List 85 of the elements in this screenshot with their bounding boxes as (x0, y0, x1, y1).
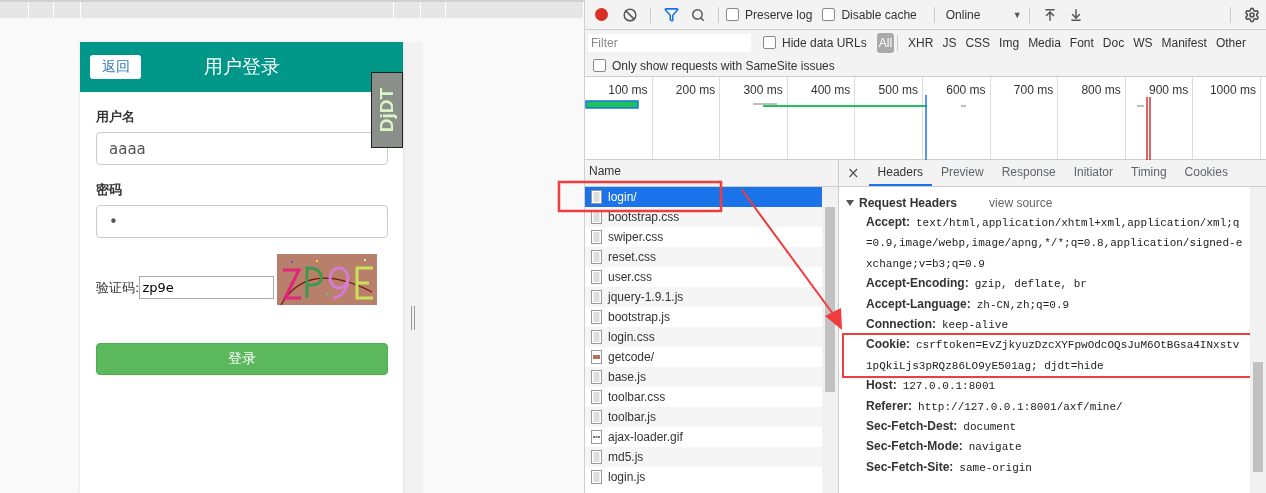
close-button[interactable]: × (839, 160, 869, 186)
time-tick-label: 1000 ms (1193, 77, 1261, 159)
input-field[interactable]: • (96, 205, 388, 238)
captcha-label: 验证码: (96, 278, 140, 297)
tab[interactable]: Cookies (1175, 160, 1237, 186)
header-line: Referer: http://127.0.0.1:8001/axf/mine/ (866, 397, 1124, 415)
field-label: 密码 (96, 181, 123, 199)
checkbox[interactable]: Hide data URLs (763, 35, 867, 50)
view-source-link[interactable]: view source (989, 196, 1053, 210)
tab[interactable]: Preview (931, 160, 993, 186)
type-filter-button[interactable]: WS (1131, 32, 1155, 53)
caret-icon[interactable] (846, 199, 854, 207)
time-tick-label: 800 ms (1058, 77, 1126, 159)
type-filter-button[interactable]: CSS (963, 32, 993, 53)
header-line: Accept-Language: zh-CN,zh;q=0.9 (866, 295, 1071, 313)
request-row[interactable]: login/ (585, 187, 822, 207)
captcha-field[interactable]: zp9e (139, 276, 275, 299)
document-icon (591, 410, 602, 424)
document-icon (591, 250, 602, 264)
header-line: Sec-Fetch-Dest: document (866, 418, 1018, 436)
document-icon (591, 330, 602, 344)
image-icon (591, 350, 602, 364)
time-tick-label: 700 ms (990, 77, 1059, 159)
request-row[interactable]: bootstrap.css (585, 207, 822, 227)
time-tick-label: 200 ms (652, 77, 721, 159)
time-tick-label: 300 ms (720, 77, 788, 159)
request-row[interactable]: jquery-1.9.1.js (585, 287, 822, 307)
request-row[interactable]: reset.css (585, 247, 822, 267)
request-row[interactable]: base.js (585, 367, 822, 387)
type-filter-button[interactable]: Doc (1100, 32, 1127, 53)
header-line: Host: 127.0.0.1:8001 (866, 377, 997, 395)
document-icon (591, 270, 602, 284)
type-filter-button[interactable]: Other (1213, 32, 1248, 53)
filter-icon[interactable] (664, 7, 679, 22)
request-row[interactable]: md5.js (585, 447, 822, 467)
clear-icon[interactable] (623, 7, 637, 22)
document-icon (591, 230, 602, 244)
download-icon[interactable] (1068, 7, 1083, 22)
input-field[interactable]: aaaa (96, 132, 388, 165)
document-icon (591, 450, 602, 464)
header-line: Sec-Fetch-Mode: navigate (866, 438, 1023, 456)
document-icon (591, 370, 602, 384)
tab[interactable]: Response (992, 160, 1065, 186)
document-icon (591, 310, 602, 324)
document-icon (591, 390, 602, 404)
time-tick-label: 900 ms (1125, 77, 1194, 159)
type-filter-button[interactable]: JS (940, 32, 959, 53)
document-icon (591, 290, 602, 304)
time-tick-label: 400 ms (787, 77, 856, 159)
field-label: 用户名 (96, 108, 136, 126)
tab[interactable]: Initiator (1064, 160, 1123, 186)
document-icon (591, 210, 602, 224)
header-line: Connection: keep-alive (866, 316, 1009, 334)
back-button[interactable]: 返回 (90, 55, 141, 79)
time-tick-label: 500 ms (855, 77, 923, 159)
section-title: Request Headers (859, 196, 958, 210)
request-row[interactable]: toolbar.js (585, 407, 822, 427)
scrollbar[interactable] (1250, 187, 1266, 493)
document-icon (591, 470, 602, 484)
page-title: 用户登录 (203, 54, 280, 79)
header-line: Cookie: csrftoken=EvZjkyuzDzcXYFpwOdcOQsJuM6OtBGsa4INxstv1pQkiLjs3pRQz86LO9yE501ag; djdt=hide (866, 336, 1241, 374)
settings-icon[interactable] (1244, 6, 1260, 23)
document-icon (591, 190, 602, 204)
column-header[interactable]: Name (585, 160, 838, 187)
type-filter-button[interactable]: Img (997, 32, 1022, 53)
upload-icon[interactable] (1042, 7, 1057, 22)
tab[interactable]: Headers (868, 160, 932, 186)
filter-field[interactable]: Filter (588, 33, 751, 52)
request-row[interactable]: login.css (585, 327, 822, 347)
header-line: Sec-Fetch-Site: same-origin (866, 458, 1033, 476)
search-icon[interactable] (691, 7, 705, 22)
image-icon (591, 430, 602, 444)
record-button[interactable] (595, 8, 608, 21)
tab[interactable]: Timing (1122, 160, 1176, 186)
type-filter-button[interactable]: Media (1026, 32, 1063, 53)
type-filter-button[interactable]: Font (1067, 32, 1096, 53)
type-filter-button[interactable]: Manifest (1159, 32, 1209, 53)
checkbox[interactable]: Preserve log (726, 7, 813, 22)
header-line: Accept-Encoding: gzip, deflate, br (866, 275, 1088, 293)
throttling-dropdown[interactable]: Online ▼ (945, 7, 1022, 22)
checkbox[interactable]: Disable cache (822, 7, 917, 22)
scrollbar[interactable] (822, 187, 838, 493)
type-filter-button[interactable]: XHR (906, 32, 936, 53)
resize-handle-icon[interactable] (411, 306, 415, 330)
time-tick-label: 600 ms (922, 77, 991, 159)
